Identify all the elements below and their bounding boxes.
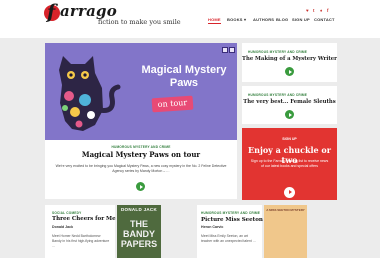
nav-authors[interactable]: AUTHORS	[253, 17, 274, 22]
featured-image-title: Magical Mystery Paws	[141, 64, 227, 89]
side-post-read-more-icon[interactable]	[285, 67, 294, 76]
featured-description: We're very excited to be bringing you Ma…	[55, 164, 227, 173]
book-title[interactable]: Three Cheers for Me	[52, 216, 116, 223]
book-author: Heron Carvic	[201, 225, 224, 229]
signup-description: Sign up to the Farrago mailing list to r…	[250, 159, 329, 168]
featured-category[interactable]: HUMOROUS MYSTERY AND CRIME	[45, 145, 237, 149]
book-category[interactable]: SOCIAL COMEDY	[52, 211, 81, 215]
signup-label: SIGN UP	[282, 137, 297, 141]
book-title[interactable]: Picture Miss Seeton	[201, 217, 263, 224]
nav-contact[interactable]: CONTACT	[314, 17, 335, 22]
nav-sign-up[interactable]: SIGN UP	[292, 17, 310, 22]
featured-read-more-icon[interactable]	[136, 182, 145, 191]
book-description: Meet Homer Nedd Bartholomew Bandy in his…	[52, 234, 110, 248]
side-post-read-more-icon[interactable]	[285, 110, 294, 119]
cover-author-text: DONALD JACK	[120, 207, 158, 212]
nav-books[interactable]: BOOKS ▾	[227, 17, 246, 22]
book-category[interactable]: HUMOROUS MYSTERY AND CRIME	[201, 211, 260, 215]
side-post-category[interactable]: HUMOROUS MYSTERY AND CRIME	[248, 50, 307, 54]
social-icon-1[interactable]: ♥	[306, 8, 309, 13]
side-post-title[interactable]: The Making of a Mystery Writer	[242, 56, 337, 63]
logo-wordmark[interactable]: arrago	[60, 3, 117, 19]
social-icon-2[interactable]: t	[313, 8, 315, 13]
social-icon-4[interactable]: f	[327, 8, 329, 13]
book-author: Donald Jack	[52, 225, 74, 229]
site-tagline: fiction to make you smile	[98, 18, 181, 26]
side-post-title[interactable]: The very best... Female Sleuths	[242, 99, 337, 106]
nav-blog[interactable]: BLOG	[276, 17, 288, 22]
nav-active-underline	[208, 23, 221, 24]
signup-button[interactable]	[284, 187, 295, 198]
social-icon-3[interactable]: ♦	[320, 8, 322, 13]
nav-home[interactable]: HOME	[208, 17, 221, 22]
cover-title-text: THE BANDY PAPERS	[120, 219, 158, 249]
cover-series-text: A MISS SEETON MYSTERY	[266, 208, 305, 212]
cat-illustration	[59, 56, 121, 131]
book-cover-image[interactable]	[264, 205, 307, 258]
side-post-category[interactable]: HUMOROUS MYSTERY AND CRIME	[248, 93, 307, 97]
featured-image-badge: on tour	[151, 95, 194, 113]
book-description: Meet Miss Emily Seeton, an art teacher w…	[201, 234, 257, 243]
logo-letter[interactable]: f	[47, 2, 55, 22]
featured-title[interactable]: Magical Mystery Paws on tour	[45, 150, 237, 159]
